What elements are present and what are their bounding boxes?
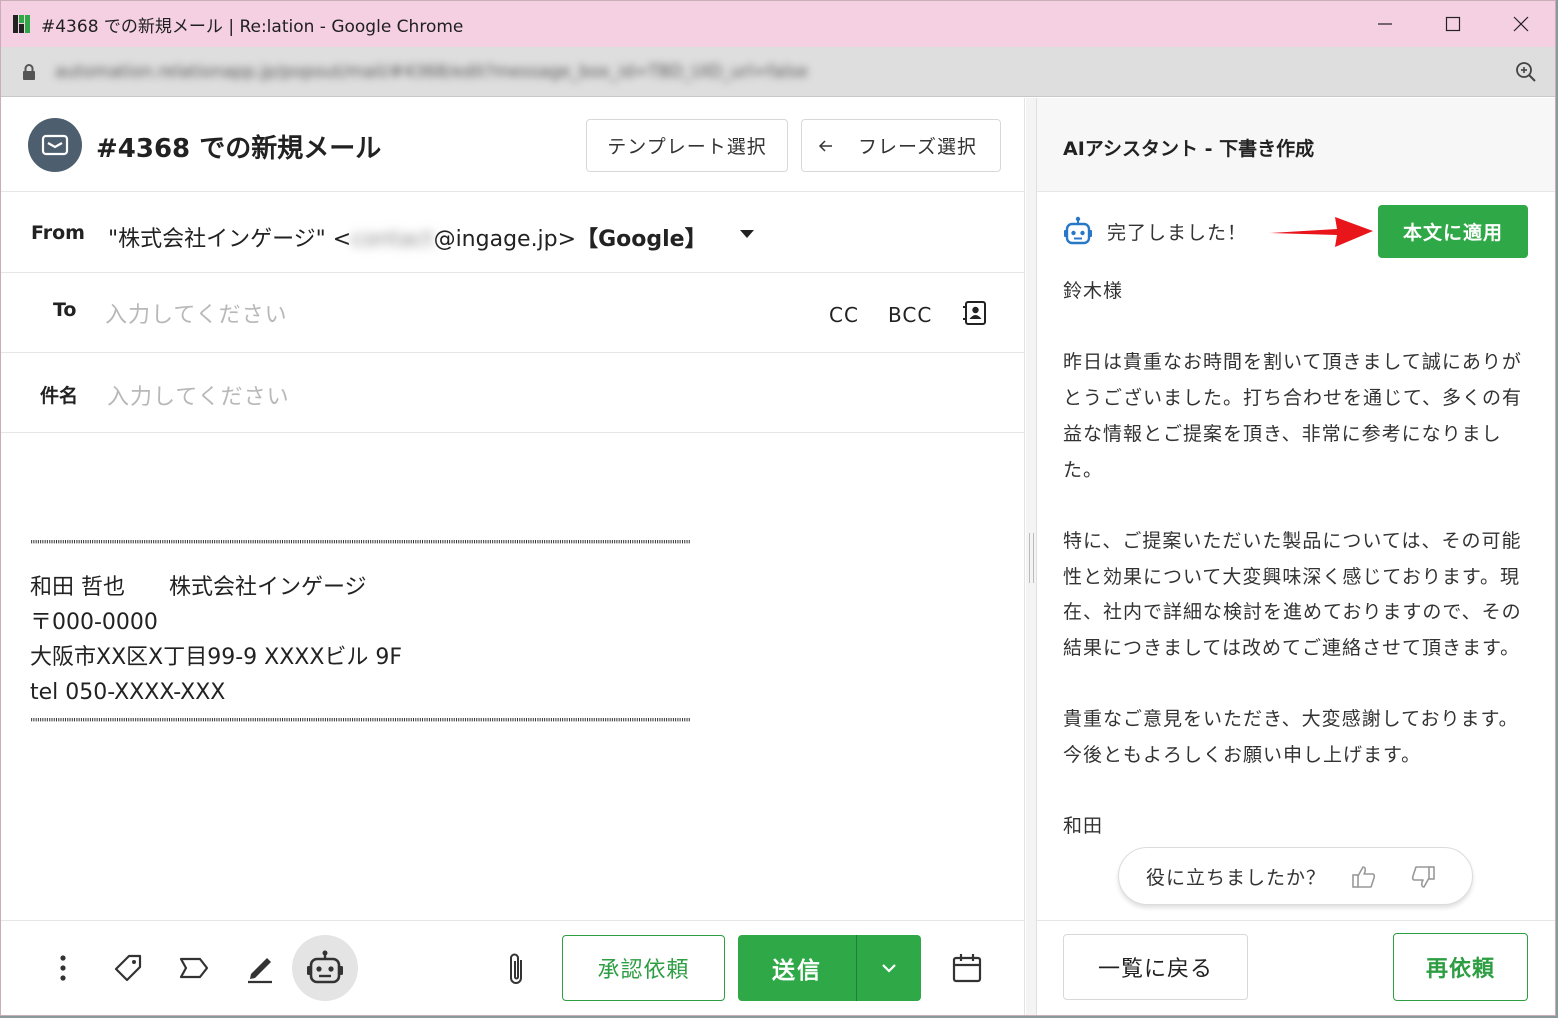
chevron-down-icon: [882, 963, 896, 973]
lock-icon: [23, 63, 35, 80]
url-text[interactable]: automation.relationapp.jp/popout/mail/#4…: [55, 62, 808, 82]
draft-paragraph: 貴重なご意見をいただき、大変感謝しております。今後ともよろしくお願い申し上げます…: [1063, 708, 1519, 767]
pane-splitter[interactable]: [1026, 98, 1037, 1015]
template-select-label: テンプレート選択: [607, 136, 767, 158]
more-menu-icon[interactable]: [51, 953, 75, 983]
signature-line: 大阪市XX区X丁目99-9 XXXXビル 9F: [30, 645, 403, 670]
thumbs-up-icon[interactable]: [1351, 864, 1377, 890]
window-controls: [1351, 1, 1555, 47]
to-row: To 入力してください CC BCC: [1, 273, 1025, 353]
ai-status-text: 完了しました！: [1107, 221, 1248, 244]
retry-request-button[interactable]: 再依頼: [1393, 933, 1528, 1001]
send-options-button[interactable]: [856, 935, 921, 1001]
signature-pen-icon[interactable]: [243, 951, 277, 985]
to-label: To: [53, 299, 77, 321]
compose-toolbar: 承認依頼 送信: [1, 920, 1025, 1015]
message-body[interactable]: """"""""""""""""""""""""""""""""""""""""…: [30, 538, 720, 730]
maximize-icon: [1445, 16, 1461, 32]
approval-request-button[interactable]: 承認依頼: [562, 935, 725, 1001]
title-bar: #4368 での新規メール | Re:lation - Google Chrom…: [1, 1, 1555, 47]
signature-line: 和田 哲也 株式会社インゲージ: [30, 575, 367, 600]
window-title: #4368 での新規メール | Re:lation - Google Chrom…: [41, 16, 464, 37]
subject-row: 件名 入力してください: [1, 353, 1025, 433]
compose-header: #4368 での新規メール テンプレート選択 フレーズ選択: [1, 98, 1025, 192]
arrow-left-icon: [818, 139, 832, 152]
relation-logo-icon: [11, 13, 33, 35]
signature-separator: """"""""""""""""""""""""""""""""""""""""…: [30, 538, 691, 552]
cc-button[interactable]: CC: [829, 303, 859, 327]
compose-title: #4368 での新規メール: [96, 134, 382, 164]
draft-paragraph: 昨日は貴重なお時間を割いて頂きまして誠にありがとうございました。打ち合わせを通じ…: [1063, 351, 1523, 481]
from-provider: 【Google】: [576, 227, 707, 252]
from-domain: @ingage.jp>: [433, 227, 577, 252]
feedback-box: 役に立ちましたか？: [1118, 847, 1473, 905]
caret-down-icon[interactable]: [739, 229, 755, 239]
address-bar: automation.relationapp.jp/popout/mail/#4…: [1, 47, 1555, 97]
from-user: contact: [351, 227, 434, 252]
ai-assistant-button[interactable]: [292, 935, 358, 1001]
from-selector[interactable]: "株式会社インゲージ" <contact@ingage.jp>【Google】: [108, 221, 707, 253]
draft-paragraph: 和田: [1063, 815, 1104, 838]
ai-title: AIアシスタント - 下書き作成: [1063, 138, 1315, 160]
ai-footer: 一覧に戻る 再依頼: [1037, 920, 1555, 1015]
red-arrow-icon: [1269, 217, 1373, 247]
zoom-icon[interactable]: [1515, 61, 1537, 83]
tag-icon[interactable]: [111, 951, 145, 985]
phrase-select-label: フレーズ選択: [858, 136, 978, 158]
retry-request-label: 再依頼: [1425, 957, 1495, 982]
back-to-list-button[interactable]: 一覧に戻る: [1063, 934, 1248, 1000]
ai-header: AIアシスタント - 下書き作成: [1037, 98, 1555, 192]
maximize-button[interactable]: [1419, 1, 1487, 47]
apply-to-body-label: 本文に適用: [1402, 222, 1503, 244]
close-icon: [1513, 16, 1529, 32]
approval-request-label: 承認依頼: [597, 958, 690, 983]
splitter-grip[interactable]: [1029, 533, 1034, 583]
subject-input[interactable]: 入力してください: [107, 379, 290, 411]
send-label: 送信: [772, 958, 822, 984]
ai-robot-icon: [1064, 216, 1092, 245]
draft-paragraph: 鈴木様: [1063, 280, 1124, 302]
phrase-select-button[interactable]: フレーズ選択: [801, 119, 1001, 172]
signature-line: 〒000-0000: [30, 610, 158, 635]
signature-separator: """"""""""""""""""""""""""""""""""""""""…: [30, 716, 691, 730]
robot-icon: [307, 950, 343, 984]
feedback-question: 役に立ちましたか？: [1146, 866, 1327, 889]
close-window-button[interactable]: [1487, 1, 1555, 47]
ai-draft-text: 鈴木様 昨日は貴重なお時間を割いて頂きまして誠にありがとうございました。打ち合わ…: [1063, 274, 1533, 845]
thumbs-down-icon[interactable]: [1410, 864, 1436, 890]
attachment-icon[interactable]: [501, 949, 531, 989]
ai-status: 完了しました！: [1063, 216, 1247, 246]
from-row: From "株式会社インゲージ" <contact@ingage.jp>【Goo…: [1, 193, 1025, 273]
bcc-button[interactable]: BCC: [888, 303, 932, 327]
back-to-list-label: 一覧に戻る: [1097, 957, 1213, 982]
ai-assistant-pane: AIアシスタント - 下書き作成 完了しました！ 本文に適用 鈴木様 昨日は貴重…: [1037, 98, 1555, 1015]
signature-line: tel 050-XXXX-XXX: [30, 680, 226, 705]
apply-to-body-button[interactable]: 本文に適用: [1378, 205, 1528, 258]
from-name: "株式会社インゲージ" <: [108, 227, 352, 252]
label-icon[interactable]: [177, 953, 211, 983]
subject-label: 件名: [40, 385, 79, 407]
address-book-icon[interactable]: [961, 299, 989, 327]
to-input[interactable]: 入力してください: [105, 297, 288, 329]
template-select-button[interactable]: テンプレート選択: [586, 119, 788, 172]
mail-avatar: [28, 118, 82, 172]
minimize-icon: [1378, 23, 1392, 25]
envelope-icon: [41, 134, 69, 156]
minimize-button[interactable]: [1351, 1, 1419, 47]
browser-window: #4368 での新規メール | Re:lation - Google Chrom…: [0, 0, 1556, 1016]
schedule-calendar-icon[interactable]: [950, 951, 984, 985]
compose-pane: #4368 での新規メール テンプレート選択 フレーズ選択 From "株式会社…: [1, 98, 1025, 1015]
from-label: From: [31, 222, 85, 244]
draft-paragraph: 特に、ご提案いただいた製品については、その可能性と効果について大変興味深く感じて…: [1063, 529, 1522, 659]
send-button[interactable]: 送信: [738, 935, 856, 1001]
